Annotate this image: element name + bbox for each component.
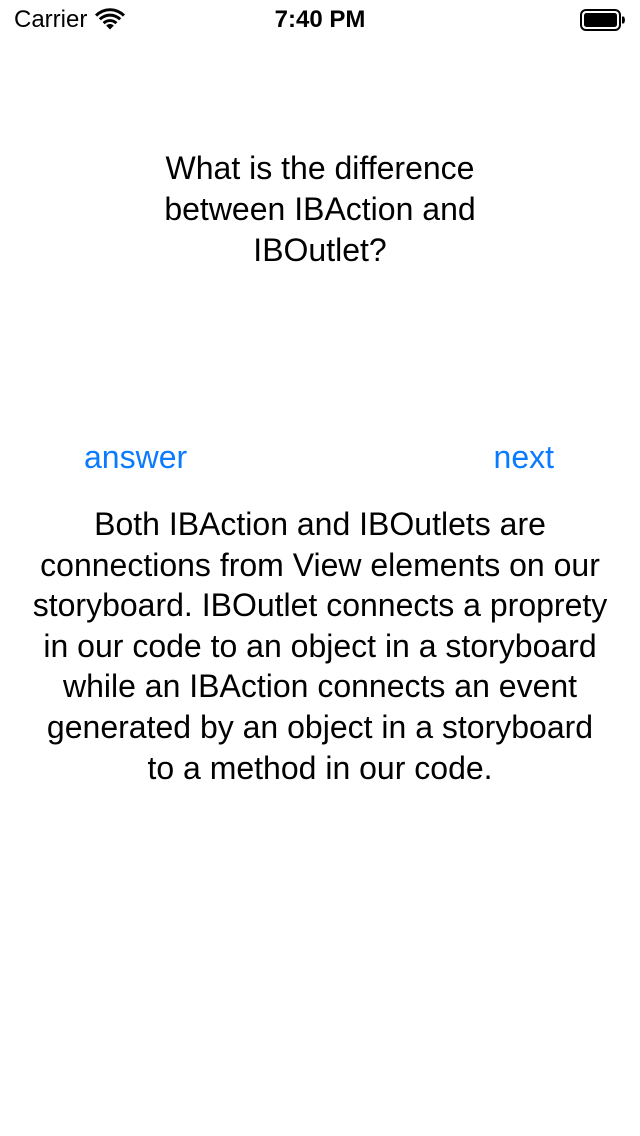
status-time: 7:40 PM bbox=[274, 6, 366, 33]
next-button[interactable]: next bbox=[494, 435, 554, 479]
status-bar: Carrier 7:40 PM bbox=[0, 0, 640, 40]
screen: Carrier 7:40 PM What is the difference b… bbox=[0, 0, 640, 1136]
answer-button[interactable]: answer bbox=[84, 435, 187, 479]
answer-label: Both IBAction and IBOutlets are connecti… bbox=[32, 506, 608, 786]
question-label: What is the difference between IBAction … bbox=[164, 150, 476, 268]
battery-icon bbox=[580, 9, 625, 31]
